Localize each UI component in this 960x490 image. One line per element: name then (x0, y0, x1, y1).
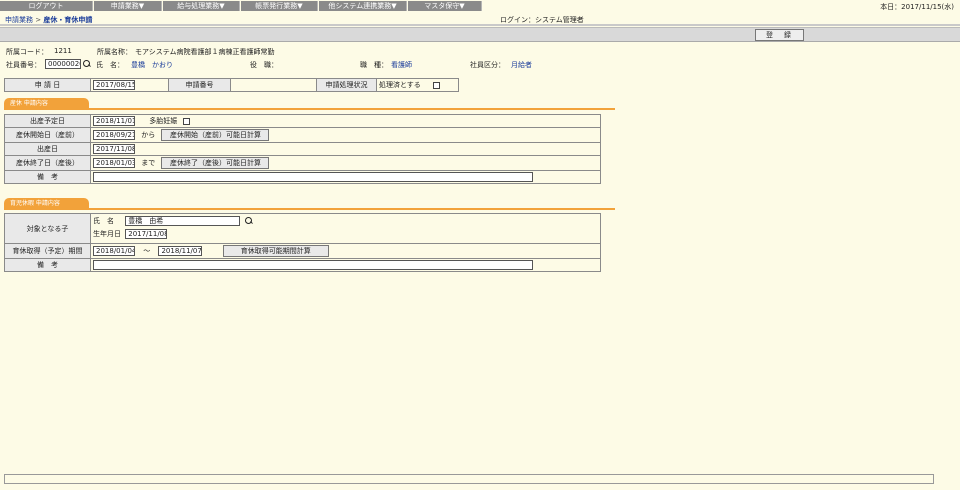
maternity-table: 出産予定日 2018/11/01 多胎妊娠 産休開始日（産前） 2018/09/… (4, 114, 601, 184)
apply-date-label: 申 請 日 (4, 78, 91, 92)
processed-checkbox[interactable] (433, 81, 441, 89)
apply-table: 申 請 日 2017/08/15 申請番号 申請処理状況 処理済とする (4, 78, 459, 92)
period-from-input[interactable]: 2018/01/04 (93, 246, 135, 256)
menu-reports[interactable]: 帳票発行業務▼ (241, 1, 318, 11)
menu-logout[interactable]: ログアウト (0, 1, 93, 11)
name-label: 氏 名： (96, 61, 124, 69)
leave-start-input[interactable]: 2018/09/21 (93, 130, 135, 140)
apply-date-input[interactable]: 2017/08/15 (93, 80, 135, 90)
target-child-label: 対象となる子 (4, 213, 91, 244)
birth-date-label: 出産日 (4, 142, 91, 156)
from-text: から (141, 131, 156, 139)
today-date: 本日：2017/11/15(水) (880, 3, 954, 11)
dept-code-label: 所属コード： (6, 48, 48, 56)
apply-no-value (230, 78, 317, 92)
register-button[interactable]: 登 録 (755, 29, 804, 41)
leave-end-label: 産休終了日（産後） (4, 155, 91, 171)
apply-status-label: 申請処理状況 (316, 78, 377, 92)
job-value: 看護師 (391, 61, 412, 69)
child-search-icon[interactable] (245, 216, 253, 225)
multiple-pregnancy-label: 多胎妊娠 (149, 117, 178, 125)
period-to-input[interactable]: 2018/11/07 (158, 246, 203, 256)
childcare-note-input[interactable] (93, 260, 533, 270)
position-label: 役 職： (250, 61, 278, 69)
calc-start-button[interactable]: 産休開始（産前）可能日計算 (161, 129, 270, 141)
dept-name: モアシステム病院看護部１病棟正看護師常勤 (135, 48, 275, 56)
action-bar: 登 録 (0, 27, 960, 42)
calc-end-button[interactable]: 産休終了（産後）可能日計算 (161, 157, 270, 169)
childcare-section-line (4, 208, 615, 210)
due-date-label: 出産予定日 (4, 114, 91, 128)
breadcrumb-current: 産休・育休申請 (43, 16, 93, 24)
tilde-text: ～ (143, 247, 151, 255)
emp-no-label: 社員番号： (6, 61, 41, 69)
divider (0, 24, 960, 26)
status-bar (4, 474, 934, 484)
menu-integration[interactable]: 他システム連携業務▼ (319, 1, 407, 11)
dept-name-label: 所属名称： (97, 48, 132, 56)
apply-status-text: 処理済とする (379, 81, 421, 89)
menu-payroll[interactable]: 給与処理業務▼ (163, 1, 240, 11)
maternity-note-input[interactable] (93, 172, 533, 182)
leave-end-input[interactable]: 2018/01/03 (93, 158, 135, 168)
emp-name: 豊橋 かおり (131, 61, 173, 69)
dept-code: 1211 (54, 47, 72, 55)
child-birth-input[interactable]: 2017/11/08 (125, 228, 168, 239)
emp-no-input[interactable]: 00000026 (45, 59, 81, 69)
childcare-period-label: 育休取得（予定）期間 (4, 243, 91, 259)
menu-master[interactable]: マスタ保守▼ (408, 1, 482, 11)
child-name-input[interactable]: 豊橋 由希 (125, 215, 241, 226)
top-menu-bar: ログアウト 申請業務▼ 給与処理業務▼ 帳票発行業務▼ 他システム連携業務▼ マ… (0, 0, 960, 14)
breadcrumb-separator: > (35, 16, 42, 24)
childcare-table: 対象となる子 氏 名 豊橋 由希 生年月日 2017/11/08 育休取得（予定… (4, 213, 601, 272)
search-icon[interactable] (83, 60, 91, 68)
maternity-section-line (4, 108, 615, 110)
birth-date-input[interactable]: 2017/11/08 (93, 144, 135, 154)
breadcrumb-parent[interactable]: 申請業務 (5, 16, 33, 24)
child-birth-label: 生年月日 (93, 229, 121, 238)
emp-type-label: 社員区分： (470, 61, 505, 69)
until-text: まで (141, 159, 156, 167)
due-date-input[interactable]: 2018/11/01 (93, 116, 135, 126)
child-name-label: 氏 名 (93, 216, 114, 225)
emp-type-value: 月給者 (511, 61, 532, 69)
menu-application[interactable]: 申請業務▼ (94, 1, 162, 11)
calc-childcare-button[interactable]: 育休取得可能期間計算 (222, 245, 329, 257)
childcare-note-label: 備 考 (4, 258, 91, 272)
job-label: 職 種： (360, 61, 388, 69)
leave-start-label: 産休開始日（産前） (4, 127, 91, 143)
apply-no-label: 申請番号 (168, 78, 231, 92)
maternity-note-label: 備 考 (4, 170, 91, 184)
multiple-pregnancy-checkbox[interactable] (183, 117, 191, 125)
